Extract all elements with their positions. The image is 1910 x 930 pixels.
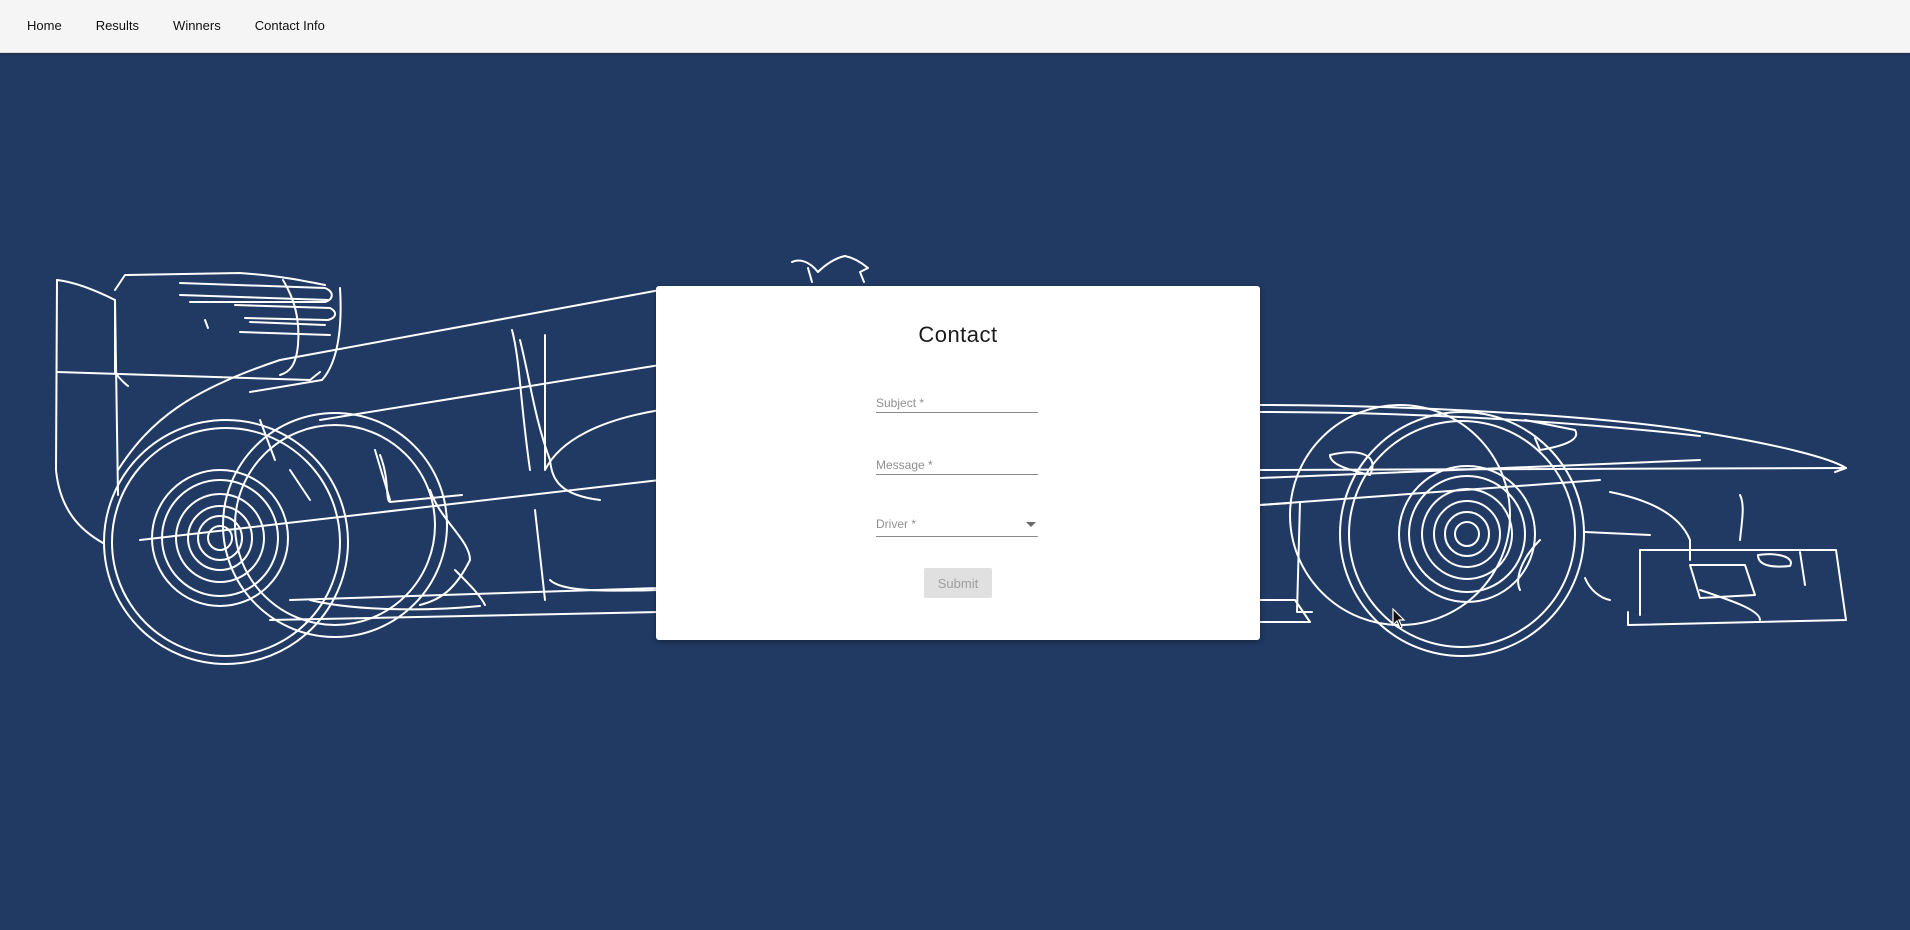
top-navbar: Home Results Winners Contact Info [0, 0, 1910, 53]
mouse-cursor-icon [1392, 608, 1406, 629]
nav-winners-link[interactable]: Winners [173, 2, 221, 50]
nav-home-link[interactable]: Home [27, 2, 62, 50]
message-input[interactable] [876, 446, 1038, 478]
message-field[interactable] [876, 446, 1038, 478]
chevron-down-icon[interactable] [1026, 522, 1036, 527]
submit-button[interactable]: Submit [924, 568, 992, 598]
nav-results-link[interactable]: Results [96, 2, 139, 50]
contact-card: Contact Driver * Submit [656, 286, 1260, 640]
subject-field[interactable] [876, 384, 1038, 416]
driver-select-label: Driver * [876, 517, 917, 531]
subject-input[interactable] [876, 384, 1038, 416]
driver-select[interactable]: Driver * [876, 508, 1038, 537]
contact-title: Contact [918, 322, 998, 347]
nav-contact-info-link[interactable]: Contact Info [255, 2, 325, 50]
